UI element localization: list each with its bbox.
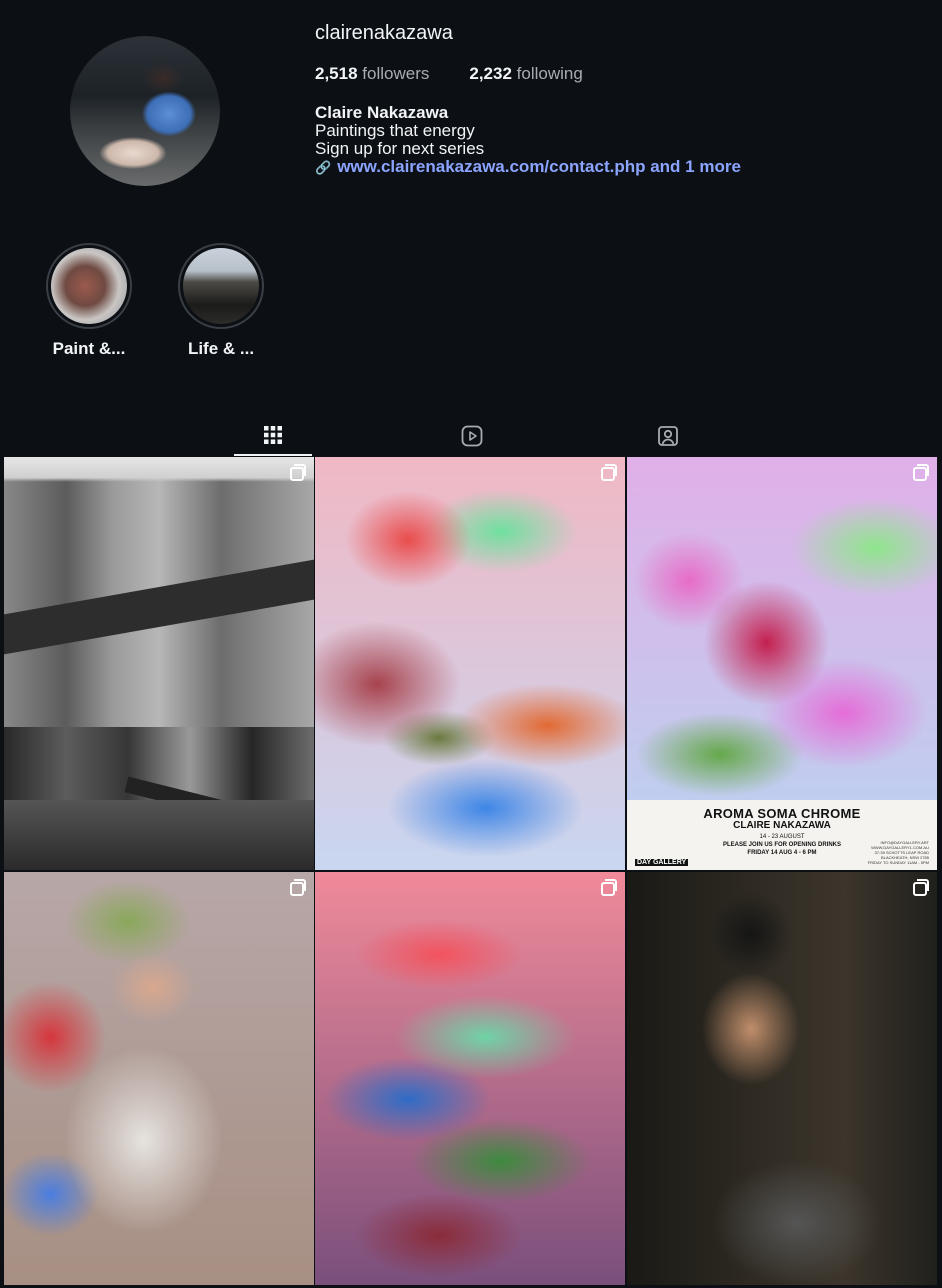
- bio-line: Paintings that energy: [315, 121, 475, 140]
- post-thumbnail[interactable]: [4, 457, 314, 870]
- link-icon: 🔗: [315, 160, 332, 175]
- post-thumbnail[interactable]: [315, 872, 625, 1285]
- exhibition-poster: AROMA SOMA CHROME CLAIRE NAKAZAWA 14 - 2…: [627, 800, 937, 870]
- profile-stats: 2,518 followers 2,232 following: [315, 64, 583, 84]
- followers-count: 2,518: [315, 64, 358, 83]
- photo-detail: [4, 800, 314, 870]
- highlight-label: Paint &...: [52, 339, 126, 358]
- gallery-day: DAY: [637, 859, 652, 866]
- carousel-icon: [913, 879, 929, 896]
- carousel-icon: [290, 464, 306, 481]
- following-count: 2,232: [469, 64, 512, 83]
- poster-contact: INFO@DAYGALLERY.ART WWW.DAYGALLERY1.COM.…: [868, 840, 929, 865]
- highlight-cover: [51, 248, 127, 324]
- carousel-icon: [913, 464, 929, 481]
- reels-icon: [461, 425, 483, 447]
- profile-avatar[interactable]: [70, 36, 220, 186]
- tab-reels[interactable]: [442, 416, 502, 456]
- gallery-logo: DAY GALLERY: [635, 859, 689, 866]
- carousel-icon: [290, 879, 306, 896]
- bio-link[interactable]: www.clairenakazawa.com/contact.php and 1…: [337, 157, 741, 176]
- highlight-cover: [183, 248, 259, 324]
- poster-title: AROMA SOMA CHROME: [703, 806, 861, 821]
- highlight-paint[interactable]: Paint &...: [46, 243, 132, 358]
- post-thumbnail[interactable]: AROMA SOMA CHROME CLAIRE NAKAZAWA 14 - 2…: [627, 457, 937, 870]
- followers-label: followers: [362, 64, 430, 83]
- profile-tabs: [0, 416, 942, 456]
- following-label: following: [516, 64, 583, 83]
- post-thumbnail[interactable]: [315, 457, 625, 870]
- contact-line: FRIDAY TO SUNDAY 11AM - 5PM: [867, 860, 929, 865]
- highlight-ring: [46, 243, 132, 329]
- bio-line: Sign up for next series: [315, 139, 485, 158]
- poster-artist: CLAIRE NAKAZAWA: [733, 820, 831, 831]
- profile-full-name: Claire Nakazawa: [315, 103, 449, 122]
- tab-posts[interactable]: [234, 416, 312, 456]
- highlight-label: Life & ...: [187, 339, 255, 358]
- profile-username: clairenakazawa: [315, 22, 453, 44]
- bio-link-row[interactable]: 🔗 www.clairenakazawa.com/contact.php and …: [315, 158, 741, 177]
- tagged-icon: [658, 426, 678, 446]
- photo-detail: [4, 559, 314, 655]
- carousel-icon: [601, 879, 617, 896]
- highlight-ring: [178, 243, 264, 329]
- post-thumbnail[interactable]: [4, 872, 314, 1285]
- carousel-icon: [601, 464, 617, 481]
- gallery-word: GALLERY: [652, 859, 687, 866]
- post-thumbnail[interactable]: [627, 872, 937, 1285]
- highlight-life[interactable]: Life & ...: [178, 243, 264, 358]
- grid-icon: [264, 426, 282, 444]
- following-stat[interactable]: 2,232 following: [469, 64, 582, 84]
- tab-tagged[interactable]: [638, 416, 698, 456]
- followers-stat[interactable]: 2,518 followers: [315, 64, 429, 84]
- profile-bio: Claire Nakazawa Paintings that energy Si…: [315, 104, 741, 177]
